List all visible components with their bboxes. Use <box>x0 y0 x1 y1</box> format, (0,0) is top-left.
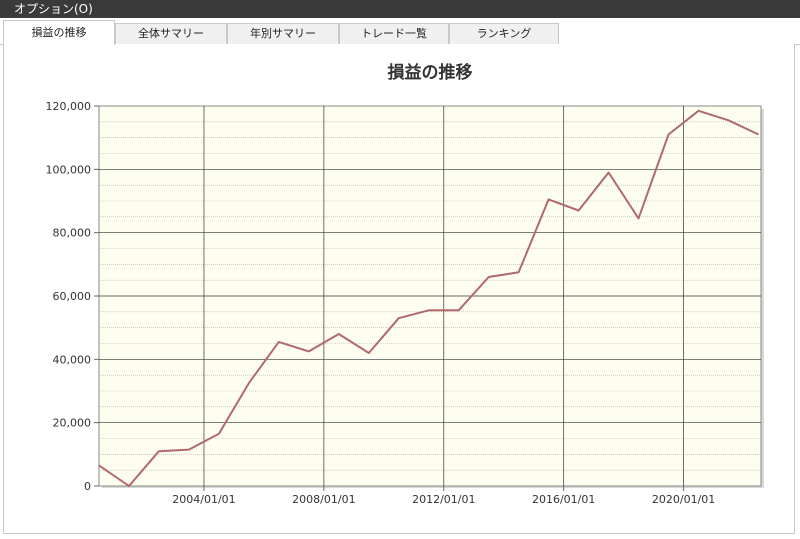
y-axis: 0 20,000 40,000 60,000 80,000 100,000 120,000 <box>46 100 99 493</box>
x-tick-label: 2012/01/01 <box>412 493 475 506</box>
x-axis: 2004/01/01 2008/01/01 2012/01/01 2016/01/01… <box>172 486 715 506</box>
profit-chart: 損益の推移 0 20,000 40,000 60,000 80,000 100,000 12… <box>46 62 764 506</box>
y-tick-label: 60,000 <box>53 290 92 303</box>
x-tick-label: 2004/01/01 <box>172 493 235 506</box>
y-tick-label: 0 <box>84 480 91 493</box>
y-tick-label: 80,000 <box>53 227 92 240</box>
tab-profit-trend[interactable]: 損益の推移 <box>3 20 115 45</box>
chart-title: 損益の推移 <box>388 62 473 83</box>
y-tick-label: 40,000 <box>53 353 92 366</box>
x-tick-label: 2008/01/01 <box>292 493 355 506</box>
y-tick-label: 20,000 <box>53 417 92 430</box>
y-tick-label: 120,000 <box>46 100 92 113</box>
x-tick-label: 2016/01/01 <box>532 493 595 506</box>
x-tick-label: 2020/01/01 <box>652 493 715 506</box>
y-tick-label: 100,000 <box>46 163 92 176</box>
